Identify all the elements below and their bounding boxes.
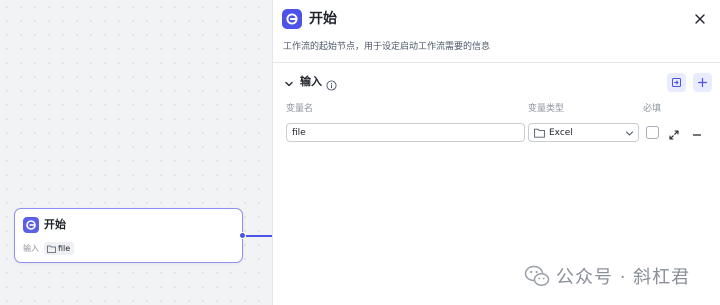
import-button[interactable]	[667, 73, 686, 92]
collapse-button[interactable]	[283, 75, 295, 87]
close-button[interactable]	[691, 10, 709, 28]
start-icon	[23, 217, 39, 233]
add-variable-button[interactable]	[693, 73, 712, 92]
expand-button[interactable]	[668, 126, 680, 140]
panel-description: 工作流的起始节点，用于设定启动工作流需要的信息	[283, 42, 491, 52]
import-icon	[672, 78, 681, 87]
watermark: 公众号 · 斜杠君	[524, 262, 690, 290]
column-header-type: 变量类型	[528, 104, 565, 114]
node-input-label: 输入	[23, 244, 39, 253]
close-icon	[695, 14, 705, 24]
node-input-chip-label: file	[58, 244, 71, 253]
info-icon[interactable]	[326, 76, 337, 91]
expand-icon	[669, 130, 679, 140]
variable-name-input[interactable]	[286, 123, 525, 142]
folder-icon	[534, 128, 545, 138]
minus-icon	[692, 134, 702, 136]
chevron-down-icon	[285, 81, 293, 87]
required-checkbox[interactable]	[646, 126, 659, 139]
start-icon	[282, 9, 302, 29]
wechat-icon	[524, 265, 550, 287]
node-edge	[246, 235, 272, 237]
remove-variable-button[interactable]	[691, 126, 703, 138]
chevron-down-icon	[625, 131, 634, 136]
node-config-panel: 开始 工作流的起始节点，用于设定启动工作流需要的信息 输入 变量名 变量类型 必…	[272, 0, 720, 305]
variable-type-value: Excel	[549, 128, 573, 138]
divider	[273, 62, 720, 63]
column-header-required: 必填	[643, 104, 662, 114]
column-header-name: 变量名	[286, 104, 314, 114]
folder-icon	[47, 245, 56, 253]
node-output-handle[interactable]	[239, 232, 246, 239]
variable-type-select[interactable]: Excel	[528, 123, 639, 142]
start-node[interactable]: 开始 输入 file	[14, 208, 243, 263]
panel-title: 开始	[309, 11, 337, 27]
node-title: 开始	[44, 218, 66, 231]
watermark-text: 公众号 · 斜杠君	[556, 267, 691, 288]
section-title: 输入	[300, 75, 322, 88]
plus-icon	[697, 77, 708, 88]
node-input-chip: file	[44, 242, 75, 255]
